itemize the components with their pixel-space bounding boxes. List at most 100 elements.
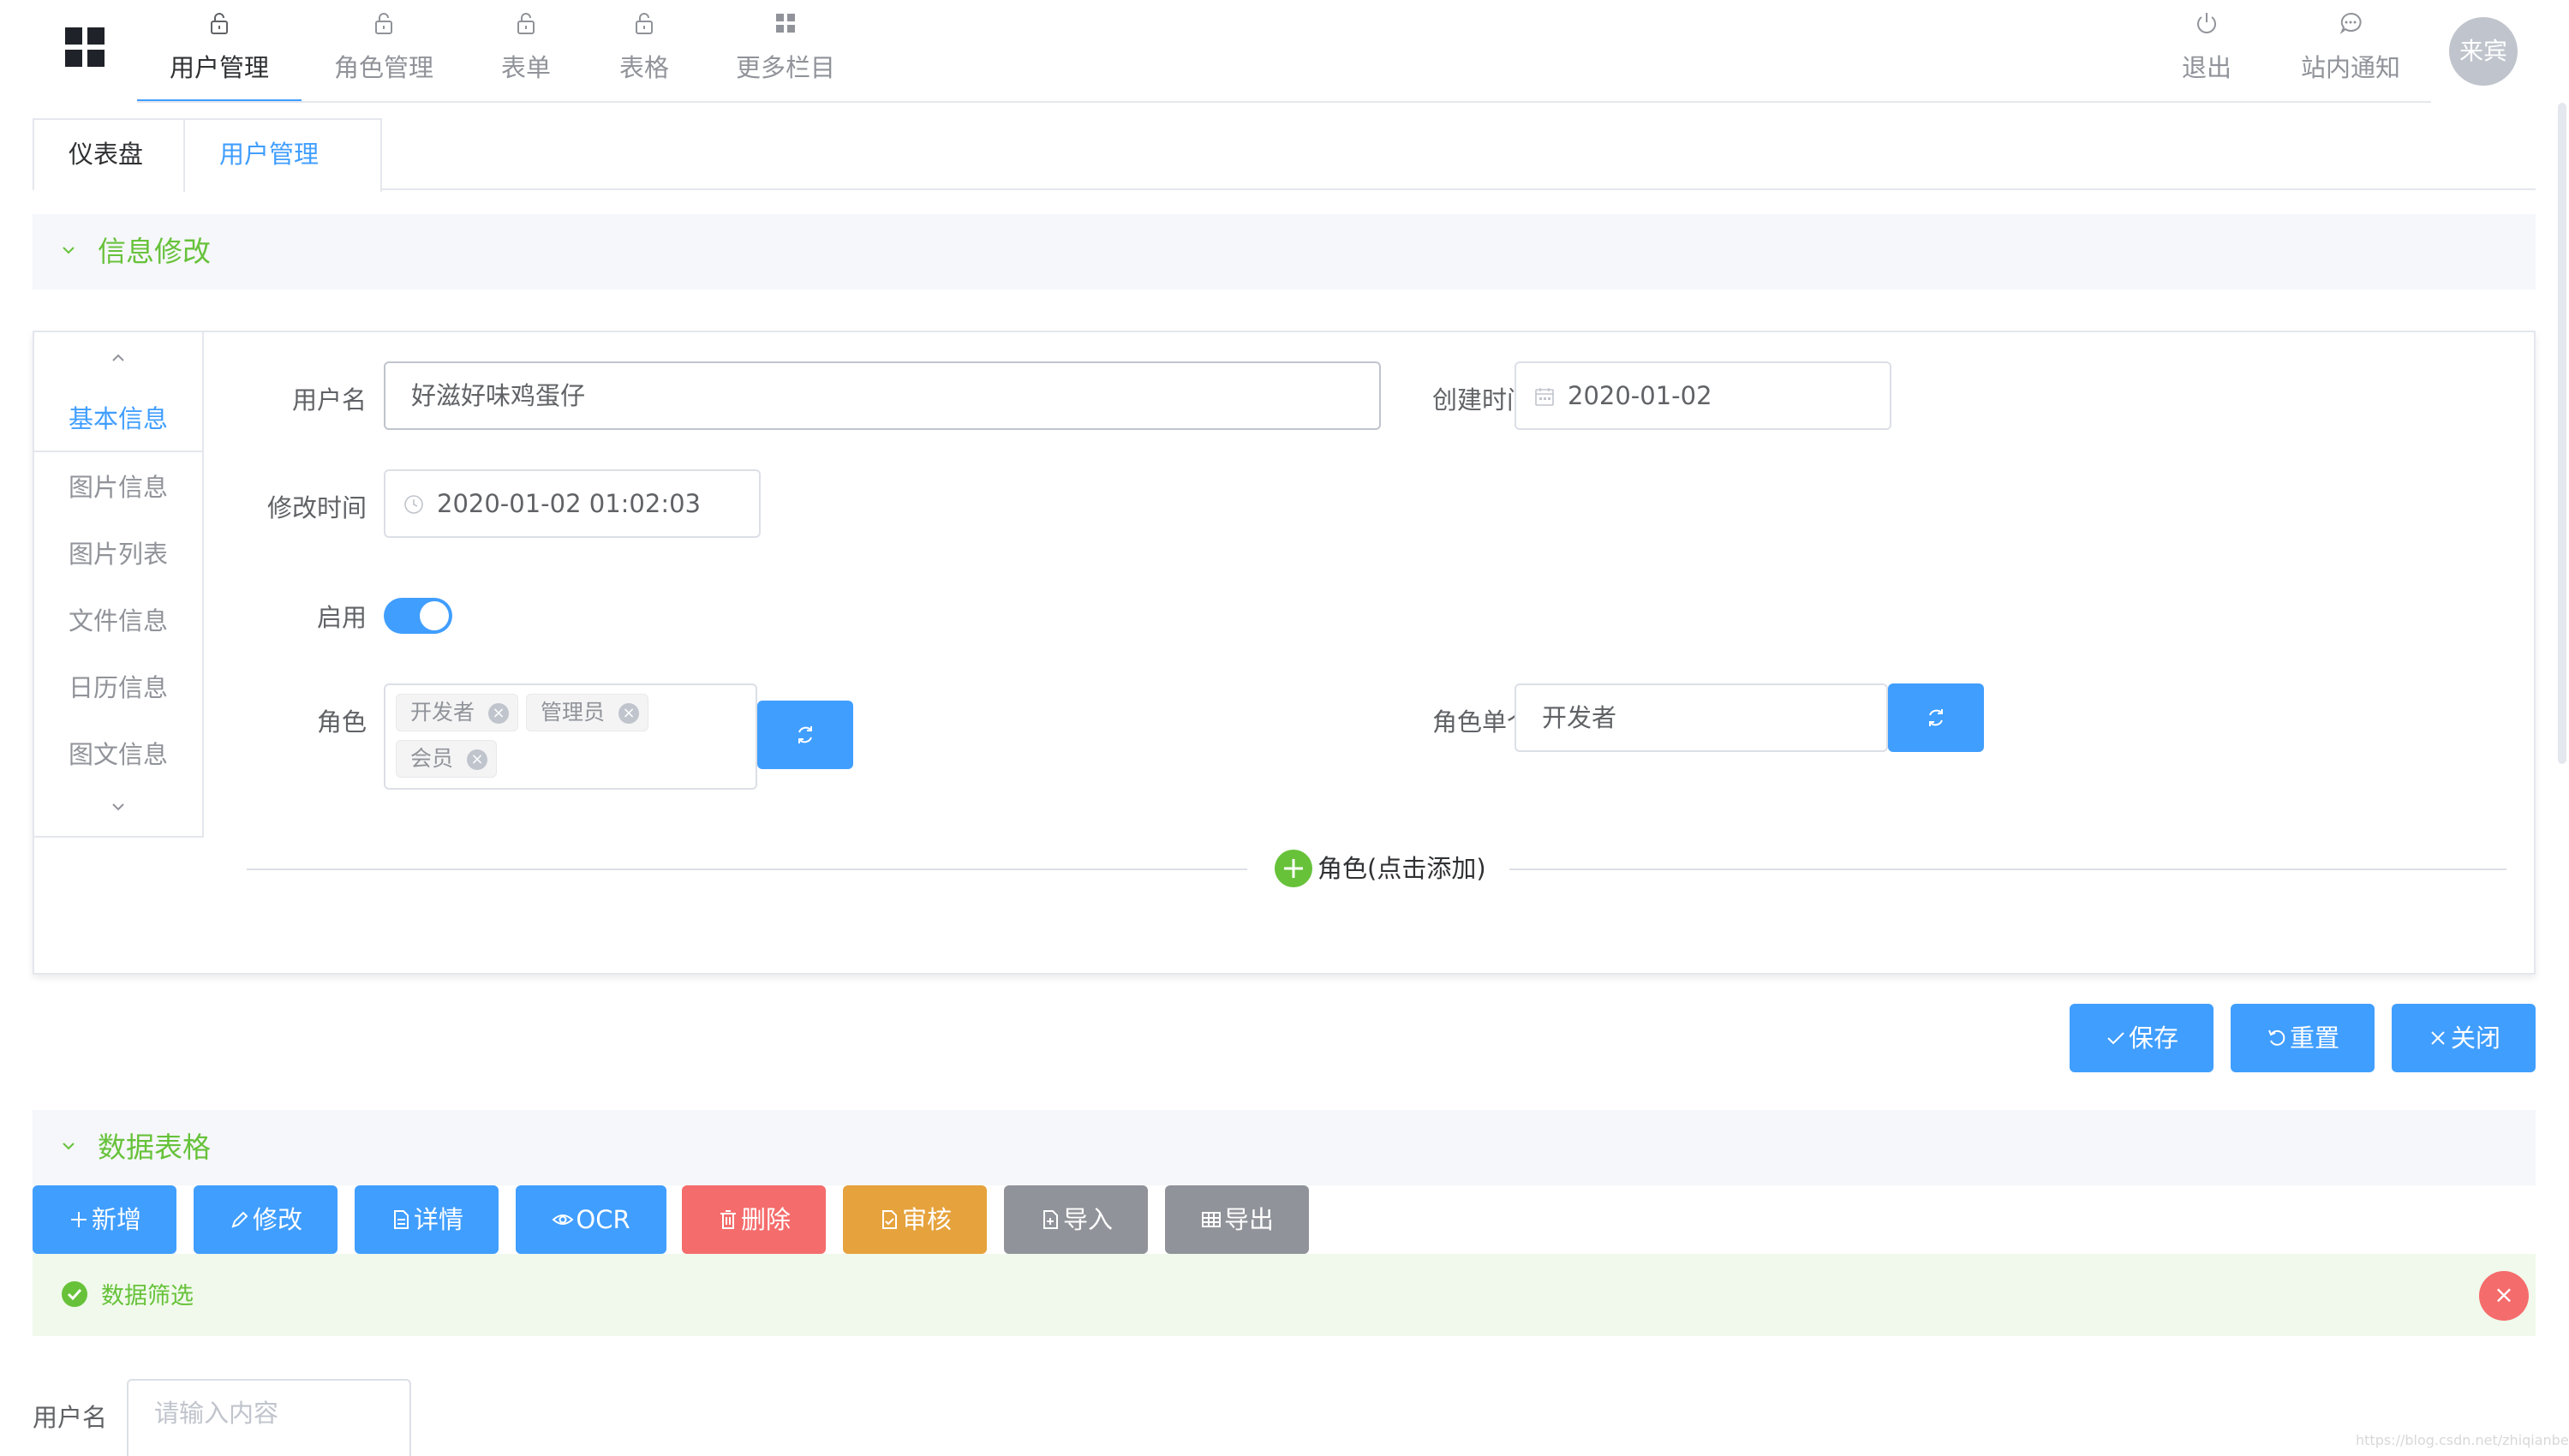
page-tabs: 仪表盘 用户管理× [33, 118, 2536, 236]
enabled-switch[interactable] [384, 598, 452, 634]
watermark: https://blog.csdn.net/zhiqianbeifeng [2356, 1432, 2569, 1448]
ocr-button[interactable]: OCR [516, 1185, 666, 1254]
nav-item-role-management[interactable]: 角色管理 [322, 0, 445, 103]
plus-icon [70, 1212, 87, 1227]
single-role-input[interactable]: 开发者 [1515, 683, 1888, 752]
created-date-value: 2020-01-02 [1568, 381, 1712, 410]
nav-divider [137, 101, 2431, 103]
divider-right [1509, 868, 2506, 870]
add-button[interactable]: 新增 [33, 1185, 176, 1254]
app-menu-icon[interactable] [65, 27, 106, 69]
ocr-label: OCR [576, 1205, 630, 1234]
chevron-down-icon [63, 1143, 75, 1150]
refresh-icon [798, 726, 812, 743]
tag-close-icon[interactable]: × [488, 703, 510, 724]
add-label: 新增 [91, 1205, 141, 1234]
enabled-label: 启用 [316, 603, 367, 632]
nav-item-more[interactable]: 更多栏目 [730, 0, 841, 103]
single-role-value: 开发者 [1542, 703, 1617, 732]
lock-icon [636, 13, 653, 34]
notification-button[interactable]: 站内通知 [2297, 0, 2404, 103]
nav-item-form[interactable]: 表单 [490, 0, 562, 103]
single-role-label: 角色单个 [1431, 707, 1532, 737]
role-tag-label: 管理员 [541, 700, 606, 725]
detail-label: 详情 [413, 1205, 463, 1234]
side-item-rich-text-info[interactable]: 图文信息 [34, 721, 202, 788]
chevron-down-icon[interactable] [106, 795, 130, 819]
lock-icon [211, 13, 228, 34]
delete-button[interactable]: 删除 [682, 1185, 826, 1254]
nav-item-table[interactable]: 表格 [608, 0, 680, 103]
top-nav: 用户管理 角色管理 表单 表格 更多栏目 退出 站内通知 来宾 [0, 0, 2569, 104]
nav-item-user-management[interactable]: 用户管理 [137, 0, 302, 103]
power-icon [2197, 13, 2216, 33]
save-button[interactable]: 保存 [2070, 1004, 2214, 1072]
avatar[interactable]: 来宾 [2449, 17, 2518, 86]
username-value: 好滋好味鸡蛋仔 [411, 381, 586, 410]
modified-time-picker[interactable]: 2020-01-02 01:02:03 [384, 469, 761, 538]
export-button[interactable]: 导出 [1165, 1185, 1309, 1254]
created-time-label: 创建时间 [1431, 385, 1532, 415]
nav-item-label: 角色管理 [333, 53, 433, 82]
close-icon [2431, 1031, 2445, 1045]
side-item-calendar-info[interactable]: 日历信息 [34, 654, 202, 721]
side-item-image-list[interactable]: 图片列表 [34, 521, 202, 588]
tab-dashboard[interactable]: 仪表盘 [33, 118, 185, 190]
nav-item-label: 表格 [618, 53, 669, 82]
document-check-icon [881, 1210, 897, 1229]
notification-label: 站内通知 [2300, 53, 2400, 82]
chevron-up-icon[interactable] [106, 346, 130, 370]
trash-icon [720, 1210, 736, 1229]
reset-button[interactable]: 重置 [2231, 1004, 2375, 1072]
reset-label: 重置 [2289, 1023, 2339, 1053]
side-item-basic-info[interactable]: 基本信息 [34, 385, 202, 452]
role-tag: 会员 × [396, 740, 498, 778]
created-date-picker[interactable]: 2020-01-02 [1515, 361, 1891, 430]
role-tag: 开发者 × [396, 694, 519, 731]
side-item-image-info[interactable]: 图片信息 [34, 454, 202, 521]
tab-user-management[interactable]: 用户管理× [183, 118, 382, 236]
detail-button[interactable]: 详情 [355, 1185, 499, 1254]
filter-username-input[interactable]: 请输入内容 [127, 1379, 411, 1456]
tag-close-icon[interactable]: × [467, 749, 488, 770]
side-item-file-info[interactable]: 文件信息 [34, 588, 202, 654]
export-label: 导出 [1223, 1205, 1274, 1234]
audit-label: 审核 [901, 1205, 952, 1234]
role-tag: 管理员 × [526, 694, 649, 731]
save-label: 保存 [2128, 1023, 2178, 1053]
chat-icon [2339, 12, 2362, 34]
role-tag-label: 会员 [410, 746, 454, 771]
username-input[interactable]: 好滋好味鸡蛋仔 [384, 361, 1381, 430]
audit-button[interactable]: 审核 [843, 1185, 987, 1254]
add-role-button[interactable]: 角色(点击添加) [1275, 850, 1486, 887]
tag-close-icon[interactable]: × [618, 703, 640, 724]
plus-circle-icon [1275, 850, 1312, 887]
document-icon [393, 1210, 409, 1229]
nav-item-label: 表单 [500, 53, 551, 82]
success-icon [62, 1281, 87, 1307]
section-title: 数据表格 [98, 1131, 211, 1164]
page-scrollbar[interactable] [2558, 103, 2566, 764]
filter-username-label: 用户名 [33, 1403, 108, 1432]
alert-text: 数据筛选 [101, 1283, 194, 1310]
section-header-info-edit[interactable]: 信息修改 [33, 214, 2536, 289]
single-role-refresh-button[interactable] [1888, 683, 1984, 752]
refresh-icon [1929, 709, 1943, 726]
edit-button[interactable]: 修改 [194, 1185, 338, 1254]
logout-label: 退出 [2181, 53, 2231, 82]
logout-button[interactable]: 退出 [2172, 0, 2241, 103]
delete-label: 删除 [740, 1205, 791, 1234]
eye-icon [552, 1214, 574, 1225]
roles-select[interactable]: 开发者 × 管理员 × 会员 × [384, 683, 757, 790]
import-button[interactable]: 导入 [1004, 1185, 1148, 1254]
close-button[interactable]: 关闭 [2392, 1004, 2536, 1072]
roles-refresh-button[interactable] [757, 701, 853, 769]
section-header-data-table[interactable]: 数据表格 [33, 1110, 2536, 1185]
info-form-panel: 基本信息 图片信息 图片列表 文件信息 日历信息 图文信息 用户名 好滋好味鸡蛋… [33, 331, 2536, 975]
check-icon [2107, 1032, 2124, 1045]
filter-username-placeholder: 请输入内容 [154, 1399, 279, 1428]
tab-label: 用户管理 [219, 140, 320, 169]
alert-close-button[interactable]: × [2479, 1271, 2529, 1321]
role-tag-label: 开发者 [410, 700, 475, 725]
section-title: 信息修改 [98, 235, 211, 268]
